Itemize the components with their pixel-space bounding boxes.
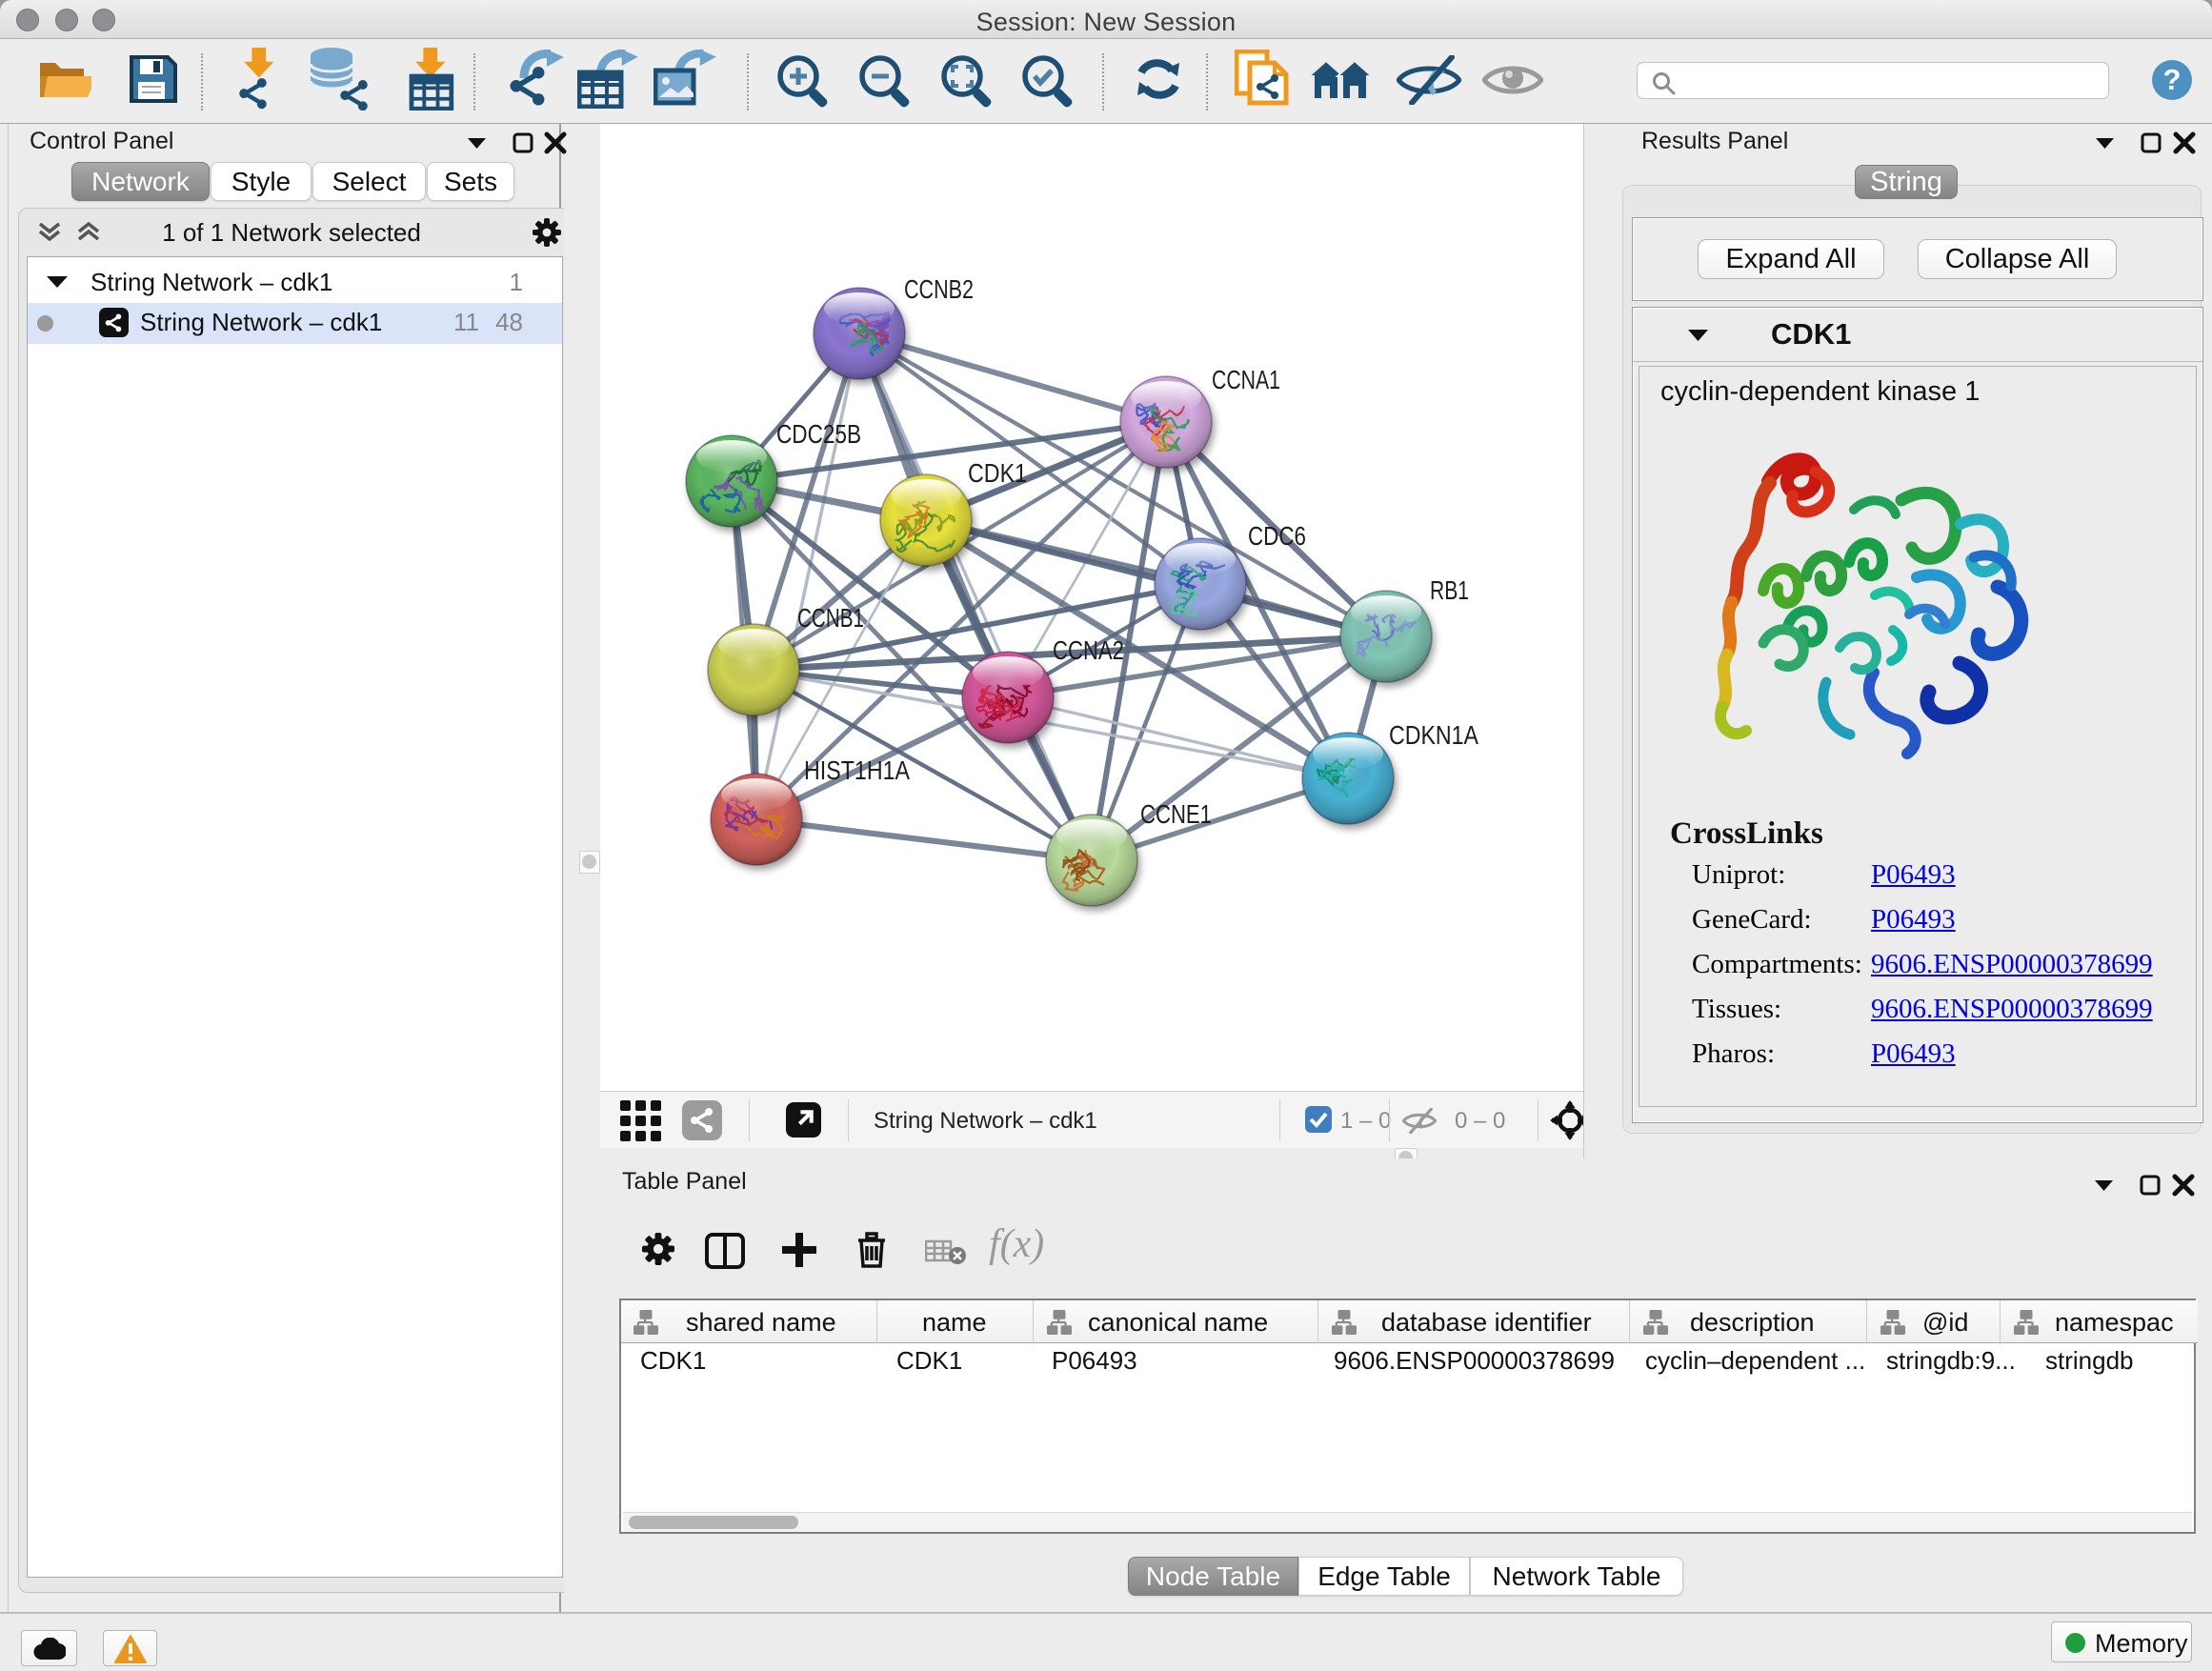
svg-text:CDK1: CDK1 bbox=[968, 458, 1027, 488]
svg-text:CCNB1: CCNB1 bbox=[797, 603, 864, 633]
svg-text:RB1: RB1 bbox=[1430, 575, 1469, 605]
svg-text:CDKN1A: CDKN1A bbox=[1389, 720, 1478, 750]
svg-text:CDC25B: CDC25B bbox=[776, 419, 861, 449]
svg-text:CCNA2: CCNA2 bbox=[1053, 635, 1124, 665]
svg-text:CDC6: CDC6 bbox=[1248, 521, 1306, 551]
svg-text:CCNB2: CCNB2 bbox=[904, 274, 974, 304]
svg-text:HIST1H1A: HIST1H1A bbox=[804, 755, 910, 785]
svg-text:CCNA1: CCNA1 bbox=[1212, 365, 1280, 394]
svg-text:CCNE1: CCNE1 bbox=[1140, 799, 1212, 829]
